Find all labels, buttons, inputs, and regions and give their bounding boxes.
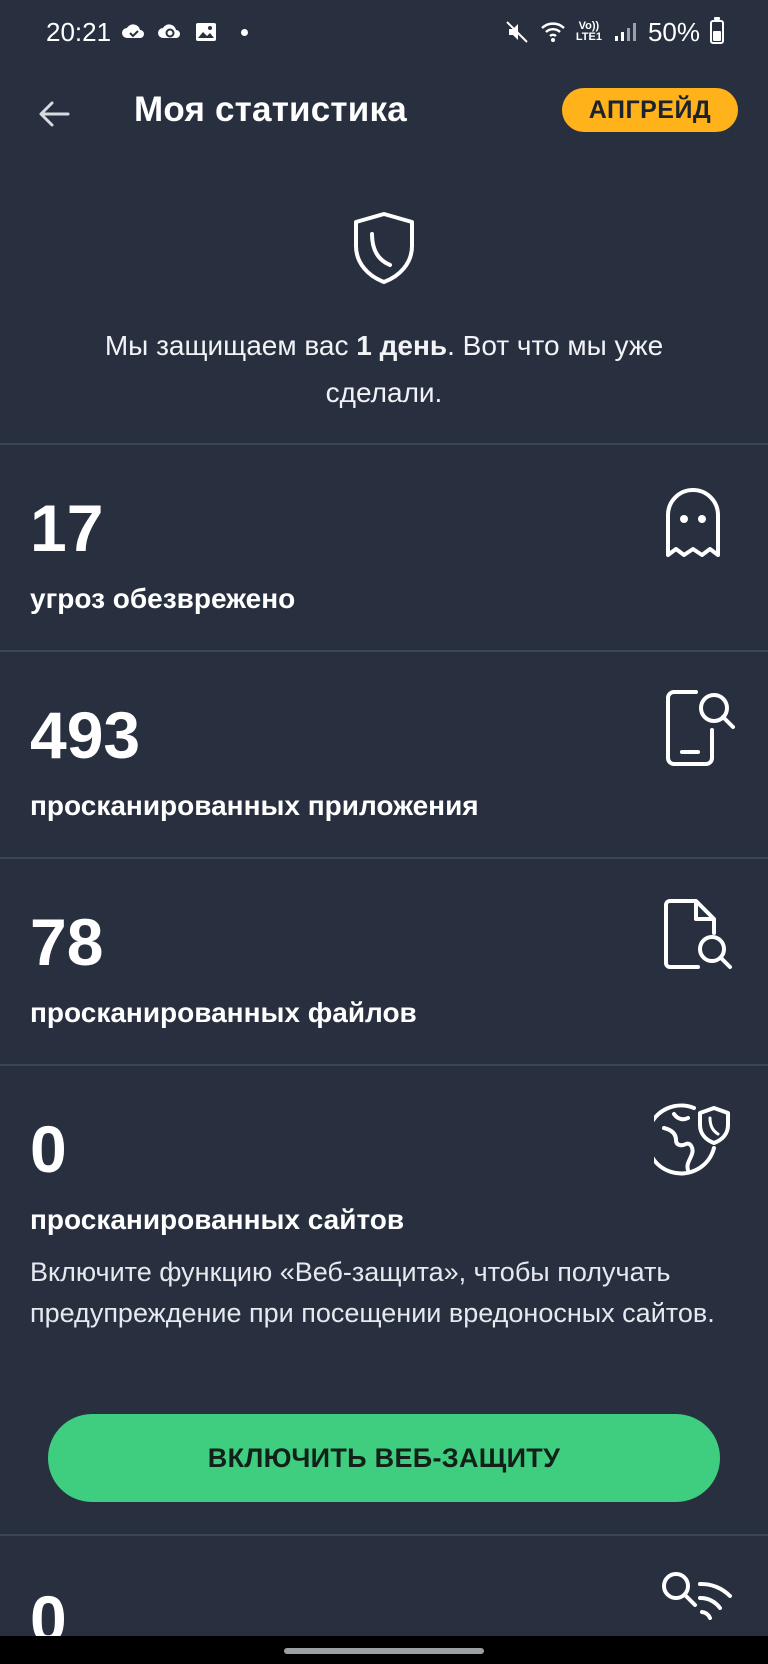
stat-value: 493 [30,698,141,772]
stat-threats: 17 угроз обезврежено [0,445,768,650]
upgrade-button[interactable]: АПГРЕЙД [562,88,738,132]
page-title: Моя статистика [134,90,407,129]
stat-label: просканированных сайтов [30,1204,405,1235]
lte-bottom-label: LTE1 [575,31,602,43]
app-bar: Моя статистика АПГРЕЙД [0,76,768,152]
wifi-search-icon [662,1572,732,1620]
phone-search-icon [666,690,735,766]
image-icon [196,23,217,41]
back-arrow-icon[interactable] [34,94,74,134]
summary-text-start: Мы защищаем вас [104,330,357,361]
stat-files: 78 просканированных файлов [0,859,768,1064]
status-bar: 20:21 Vo)) LTE1 50% [0,0,768,64]
status-left: 20:21 [46,16,249,48]
file-search-icon [664,899,732,969]
notification-dot-icon [241,28,249,36]
home-handle[interactable] [284,1648,484,1654]
battery-icon [710,17,724,44]
summary-days: 1 день [356,330,448,361]
stat-value: 17 [30,491,104,565]
protection-summary: Мы защищаем вас 1 день. Вот что мы уже с… [60,322,708,416]
stat-label: угроз обезврежено [30,583,296,614]
battery-fill [713,31,721,41]
globe-shield-icon [654,1103,730,1176]
status-time: 20:21 [46,16,112,47]
signal-icon [614,23,636,41]
screen: 20:21 Vo)) LTE1 50% Моя статистика АПГРЕ… [0,0,768,1664]
cloud-sync-icon [158,24,181,38]
shield-icon [354,212,414,284]
system-nav-bar [0,1636,768,1664]
battery-percent: 50% [647,16,700,47]
cloud-check-icon [122,24,145,38]
stat-label: просканированных приложения [30,790,479,821]
ghost-icon [666,488,720,557]
stat-label: просканированных файлов [30,997,417,1028]
web-shield-description: Включите функцию «Веб-защита», чтобы пол… [30,1257,715,1328]
stat-sites: 0 просканированных сайтов Включите функц… [0,1066,768,1532]
status-right: Vo)) LTE1 50% [504,17,724,48]
enable-web-shield-button[interactable]: ВКЛЮЧИТЬ ВЕБ-ЗАЩИТУ [48,1414,720,1502]
wifi-icon [541,22,565,42]
stat-value: 78 [30,905,104,979]
stat-wifi: 0 [0,1536,768,1652]
stat-value: 0 [30,1112,67,1186]
stat-apps: 493 просканированных приложения [0,652,768,857]
mute-icon [506,21,528,43]
lte-indicator: Vo)) LTE1 [576,21,602,43]
